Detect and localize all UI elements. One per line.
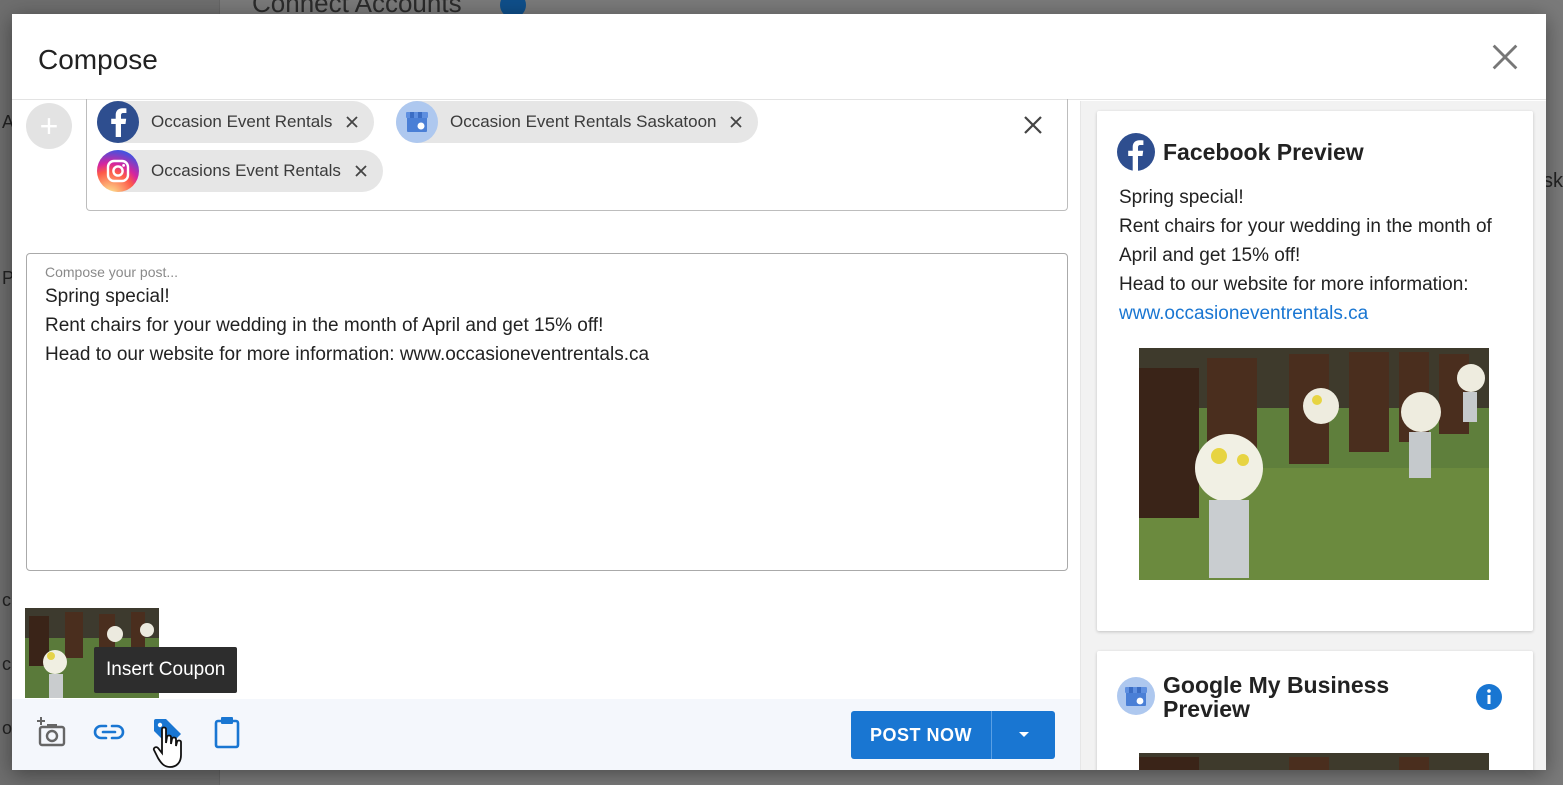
account-chip-gmb[interactable]: Occasion Event Rentals Saskatoon — [396, 101, 759, 143]
facebook-icon — [97, 101, 139, 143]
account-chip-instagram[interactable]: Occasions Event Rentals — [97, 150, 383, 192]
close-icon[interactable] — [1488, 40, 1522, 74]
remove-account-icon[interactable] — [728, 114, 744, 130]
post-now-group: POST NOW — [851, 711, 1055, 759]
compose-modal: Compose + Occasion Event Rentals Occasio… — [12, 14, 1546, 770]
clear-accounts-icon[interactable] — [1021, 113, 1045, 137]
remove-account-icon[interactable] — [353, 163, 369, 179]
compose-textarea[interactable]: Compose your post... Spring special! Ren… — [26, 253, 1068, 571]
post-options-dropdown[interactable] — [991, 711, 1055, 759]
facebook-icon — [1117, 133, 1155, 171]
background-fragment: sk — [1543, 170, 1563, 192]
background-fragment: c — [2, 590, 11, 610]
facebook-preview-text: Spring special! Rent chairs for your wed… — [1119, 183, 1519, 328]
compose-placeholder: Compose your post... — [45, 264, 179, 280]
account-chip-label: Occasions Event Rentals — [151, 161, 341, 180]
gmb-preview-image — [1139, 753, 1489, 770]
add-photo-icon[interactable] — [34, 715, 68, 749]
pointer-cursor-icon — [152, 726, 182, 768]
post-now-button[interactable]: POST NOW — [851, 711, 991, 759]
account-chip-label: Occasion Event Rentals Saskatoon — [450, 112, 717, 131]
facebook-preview-image — [1139, 348, 1489, 580]
plus-icon: + — [39, 107, 59, 144]
modal-header: Compose — [12, 14, 1546, 100]
gmb-preview-title: Google My Business Preview — [1163, 673, 1389, 721]
modal-title: Compose — [38, 44, 158, 75]
compose-text[interactable]: Spring special! Rent chairs for your wed… — [45, 282, 1049, 369]
caret-down-icon — [1018, 732, 1029, 737]
preview-line: Rent chairs for your wedding in the mont… — [1119, 216, 1492, 266]
compose-pane: + Occasion Event Rentals Occasion Event … — [12, 99, 1080, 770]
add-account-button[interactable]: + — [26, 103, 72, 149]
wedding-chairs-image — [1139, 753, 1489, 770]
account-chip-label: Occasion Event Rentals — [151, 112, 333, 131]
preview-pane: Facebook Preview Spring special! Rent ch… — [1080, 101, 1546, 770]
facebook-preview-title: Facebook Preview — [1163, 138, 1364, 165]
remove-account-icon[interactable] — [344, 114, 360, 130]
clipboard-icon[interactable] — [210, 715, 244, 749]
gmb-title-line: Google My Business — [1163, 672, 1390, 698]
account-chip-facebook[interactable]: Occasion Event Rentals — [97, 101, 375, 143]
compose-toolbar: POST NOW — [12, 699, 1080, 770]
info-icon[interactable] — [1475, 683, 1503, 711]
wedding-chairs-image — [1139, 348, 1489, 580]
instagram-icon — [97, 150, 139, 192]
background-fragment: o — [2, 718, 13, 738]
google-my-business-icon — [396, 101, 438, 143]
facebook-preview-card: Facebook Preview Spring special! Rent ch… — [1097, 111, 1533, 631]
gmb-preview-card: Google My Business Preview — [1097, 651, 1533, 770]
preview-line: Head to our website for more information… — [1119, 274, 1469, 295]
preview-line: Spring special! — [1119, 187, 1244, 208]
tooltip: Insert Coupon — [94, 647, 238, 693]
google-my-business-icon — [1117, 677, 1155, 715]
gmb-title-line: Preview — [1163, 696, 1250, 722]
selected-accounts: Occasion Event Rentals Occasion Event Re… — [86, 99, 1068, 211]
facebook-preview-header: Facebook Preview — [1117, 133, 1364, 171]
preview-link[interactable]: www.occasioneventrentals.ca — [1119, 299, 1519, 328]
link-icon[interactable] — [92, 715, 126, 749]
